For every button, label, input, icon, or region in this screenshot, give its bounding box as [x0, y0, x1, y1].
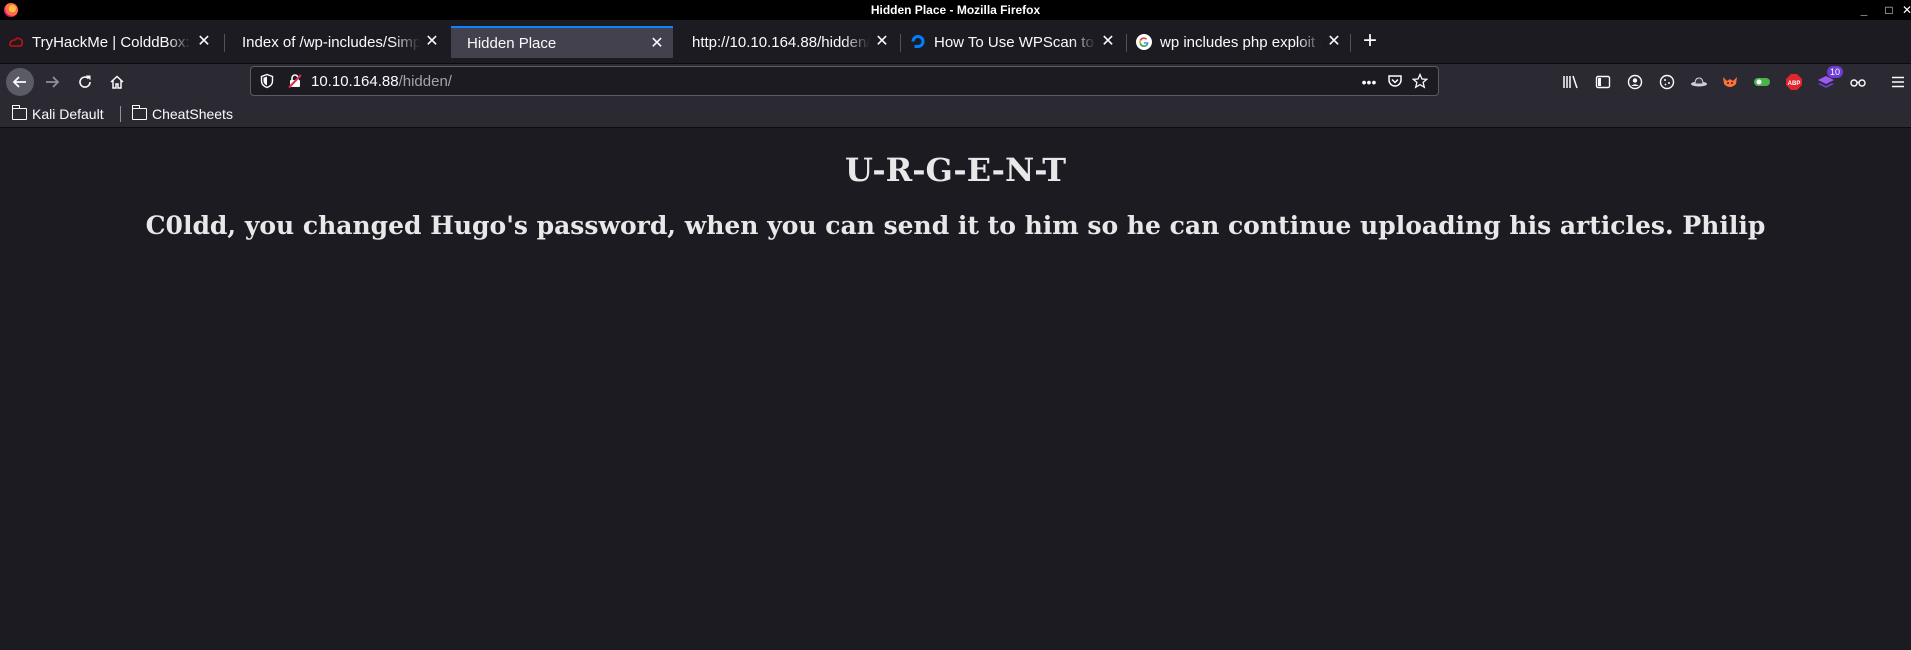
insecure-lock-icon[interactable] — [287, 73, 303, 89]
extension-badge: 10 — [1826, 66, 1843, 78]
glasses-extension-icon[interactable] — [1849, 73, 1867, 91]
bookmark-folder-kali-default[interactable]: Kali Default — [11, 105, 104, 123]
bookmark-star-icon[interactable] — [1411, 72, 1429, 91]
url-path: /hidden/ — [398, 73, 452, 90]
page-content: U-R-G-E-N-T C0ldd, you changed Hugo's pa… — [0, 129, 1911, 650]
reload-icon — [79, 75, 91, 88]
library-icon[interactable] — [1562, 73, 1580, 91]
cookie-editor-icon[interactable] — [1753, 73, 1771, 91]
wappalyzer-icon[interactable]: 10 — [1817, 66, 1843, 91]
close-tab-icon[interactable]: ✕ — [1326, 34, 1342, 50]
cookie-extension-icon[interactable] — [1658, 73, 1676, 91]
minimize-icon[interactable]: _ — [1857, 2, 1871, 18]
hamburger-menu-icon[interactable] — [1889, 73, 1907, 91]
forward-arrow-icon — [46, 76, 60, 88]
google-icon — [1136, 34, 1152, 50]
home-icon — [110, 75, 124, 89]
tab-label: Index of /wp-includes/Simple — [242, 33, 420, 51]
tab-hidden-place[interactable]: Hidden Place ✕ — [451, 26, 673, 58]
folder-icon — [131, 105, 147, 120]
tab-separator — [900, 34, 901, 52]
tab-separator — [1350, 34, 1351, 52]
adblock-plus-icon[interactable]: ABP — [1785, 73, 1803, 91]
back-arrow-icon — [12, 76, 26, 88]
close-tab-icon[interactable]: ✕ — [424, 34, 440, 50]
close-tab-icon[interactable]: ✕ — [196, 34, 212, 50]
tab-label: TryHackMe | ColddBox: E — [32, 33, 192, 51]
url-bar[interactable]: 10.10.164.88/hidden/ ••• — [250, 66, 1439, 96]
reload-button[interactable] — [71, 68, 99, 96]
tab-strip: TryHackMe | ColddBox: E ✕ Index of /wp-i… — [0, 20, 1911, 64]
page-heading: U-R-G-E-N-T — [844, 151, 1066, 189]
forward-button[interactable] — [38, 68, 66, 96]
tracking-protection-shield-icon[interactable] — [259, 73, 275, 89]
tab-index-wp-includes[interactable]: Index of /wp-includes/Simple ✕ — [226, 26, 448, 58]
page-message: C0ldd, you changed Hugo's password, when… — [145, 211, 1766, 240]
tryhackme-icon — [8, 34, 24, 50]
account-icon[interactable] — [1626, 73, 1644, 91]
folder-icon — [11, 105, 27, 120]
tab-tryhackme[interactable]: TryHackMe | ColddBox: E ✕ — [0, 26, 220, 58]
window-titlebar: Hidden Place - Mozilla Firefox _ □ ✕ — [0, 0, 1911, 20]
back-button[interactable] — [6, 68, 34, 96]
tab-label: How To Use WPScan to T — [934, 33, 1096, 51]
svg-text:ABP: ABP — [1788, 81, 1801, 87]
tab-label: wp includes php exploit - — [1160, 33, 1322, 51]
tab-label: Hidden Place — [467, 34, 557, 52]
maximize-icon[interactable]: □ — [1882, 2, 1896, 18]
url-text[interactable]: 10.10.164.88/hidden/ — [311, 73, 452, 90]
close-tab-icon[interactable]: ✕ — [1100, 34, 1116, 50]
foxyproxy-icon[interactable] — [1721, 73, 1739, 91]
tab-wpscan[interactable]: How To Use WPScan to T ✕ — [902, 26, 1124, 58]
new-tab-button[interactable]: + — [1356, 28, 1384, 56]
pocket-icon[interactable] — [1386, 73, 1404, 91]
home-button[interactable] — [103, 68, 131, 96]
tab-google-search[interactable]: wp includes php exploit - ✕ — [1128, 26, 1350, 58]
bookmark-label: CheatSheets — [152, 106, 233, 122]
close-tab-icon[interactable]: ✕ — [649, 36, 665, 52]
window-title: Hidden Place - Mozilla Firefox — [870, 3, 1041, 17]
bookmark-folder-cheatsheets[interactable]: CheatSheets — [131, 105, 233, 123]
tab-label: http://10.10.164.88/hidden/ — [692, 33, 870, 51]
tab-hidden-url[interactable]: http://10.10.164.88/hidden/ ✕ — [676, 26, 898, 58]
close-tab-icon[interactable]: ✕ — [874, 34, 890, 50]
navigation-toolbar: 10.10.164.88/hidden/ ••• ABP 10 — [0, 64, 1911, 100]
bookmark-separator — [120, 106, 121, 122]
bookmark-label: Kali Default — [32, 106, 104, 122]
tab-separator — [1126, 34, 1127, 52]
url-host: 10.10.164.88 — [311, 73, 399, 90]
bookmarks-toolbar: Kali Default CheatSheets — [0, 100, 1911, 128]
page-actions-icon[interactable]: ••• — [1360, 73, 1378, 91]
sidebar-icon[interactable] — [1594, 73, 1612, 91]
tab-separator — [224, 34, 225, 52]
close-window-icon[interactable]: ✕ — [1900, 2, 1911, 18]
digitalocean-icon — [910, 34, 926, 50]
hat-extension-icon[interactable] — [1690, 73, 1708, 91]
